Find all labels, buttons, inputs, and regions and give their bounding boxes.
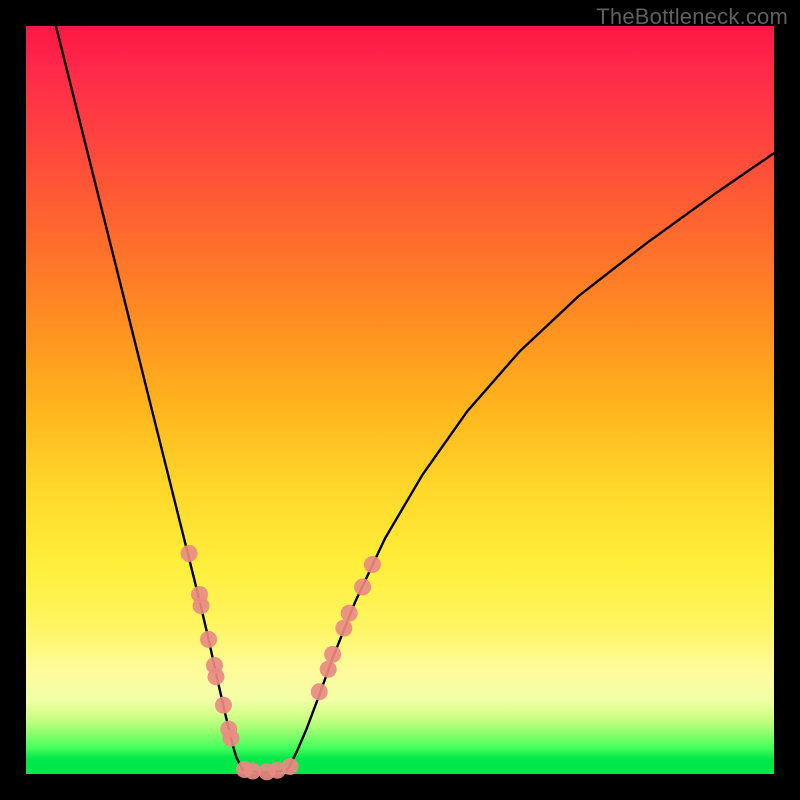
curve-group bbox=[56, 26, 774, 773]
marker-group bbox=[181, 545, 381, 780]
curve-overlay bbox=[26, 26, 774, 774]
plot-area bbox=[26, 26, 774, 774]
data-point bbox=[193, 597, 210, 614]
data-point bbox=[282, 758, 299, 775]
data-point bbox=[207, 668, 224, 685]
data-point bbox=[364, 556, 381, 573]
data-point bbox=[215, 697, 232, 714]
data-point bbox=[324, 646, 341, 663]
data-point bbox=[354, 579, 371, 596]
data-point bbox=[311, 683, 328, 700]
data-point bbox=[222, 730, 239, 747]
watermark-text: TheBottleneck.com bbox=[596, 4, 788, 30]
data-point bbox=[181, 545, 198, 562]
data-point bbox=[200, 631, 217, 648]
data-point bbox=[341, 605, 358, 622]
data-point bbox=[320, 661, 337, 678]
v-curve bbox=[56, 26, 774, 773]
data-point bbox=[335, 620, 352, 637]
chart-frame: TheBottleneck.com bbox=[0, 0, 800, 800]
